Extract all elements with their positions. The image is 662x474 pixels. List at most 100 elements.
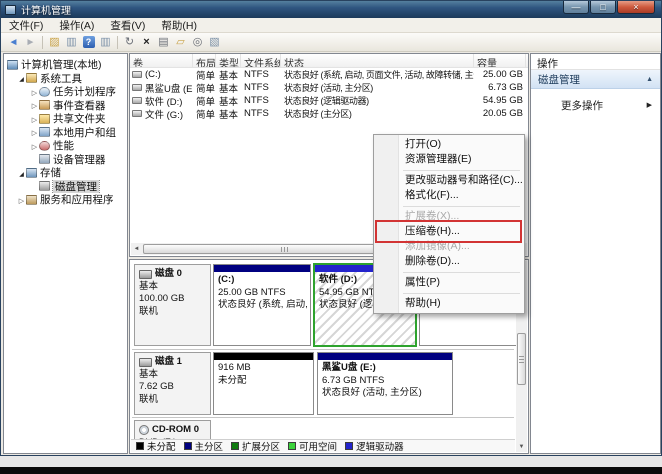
column-volume[interactable]: 卷 <box>130 54 193 67</box>
close-button[interactable]: × <box>617 1 655 14</box>
menu-bar: 文件(F) 操作(A) 查看(V) 帮助(H) <box>1 18 661 33</box>
drive-icon <box>132 71 142 78</box>
actions-title: 操作 <box>531 54 660 70</box>
menu-help[interactable]: 帮助(H) <box>153 18 205 33</box>
collapse-caret-icon[interactable]: ▲ <box>646 76 653 83</box>
tree-item-disk-management[interactable]: 磁盘管理 <box>4 180 127 194</box>
tree-item-computer-management[interactable]: 计算机管理(本地) <box>4 58 127 72</box>
properties-icon[interactable]: ▤ <box>155 34 172 50</box>
volume-row-g[interactable]: 文件 (G:) 简单 基本 NTFS 状态良好 (主分区) 20.05 GB <box>130 107 528 120</box>
help-icon[interactable]: ? <box>80 34 97 50</box>
shared-folders-icon <box>39 114 50 124</box>
collapse-arrow-icon[interactable] <box>17 194 26 206</box>
search-icon[interactable]: ◎ <box>189 34 206 50</box>
document-icon[interactable]: ▨ <box>46 34 63 50</box>
title-bar[interactable]: 计算机管理 — □ × <box>1 1 661 18</box>
toolbar-separator <box>117 36 118 49</box>
minimize-button[interactable]: — <box>563 1 589 14</box>
column-type[interactable]: 类型 <box>216 54 241 67</box>
drive-icon <box>132 84 142 91</box>
menu-view[interactable]: 查看(V) <box>102 18 153 33</box>
legend-unallocated: 未分配 <box>136 439 176 452</box>
open-folder-icon[interactable]: ▱ <box>172 34 189 50</box>
taskbar-strip <box>0 467 662 474</box>
column-filesystem[interactable]: 文件系统 <box>241 54 281 67</box>
collapse-arrow-icon[interactable] <box>30 126 39 138</box>
tree-item-storage[interactable]: 存储 <box>4 166 127 180</box>
menu-action[interactable]: 操作(A) <box>51 18 102 33</box>
tree-item-system-tools[interactable]: 系统工具 <box>4 72 127 86</box>
tree-item-task-scheduler[interactable]: 任务计划程序 <box>4 85 127 99</box>
scroll-down-icon[interactable]: ▼ <box>519 442 525 452</box>
collapse-arrow-icon[interactable] <box>30 86 39 98</box>
menu-file[interactable]: 文件(F) <box>1 18 51 33</box>
services-apps-icon <box>26 195 37 205</box>
script-icon[interactable]: ▧ <box>206 34 223 50</box>
disk1-header[interactable]: 磁盘 1 基本 7.62 GB 联机 <box>134 352 211 415</box>
volume-row-c[interactable]: (C:) 简单 基本 NTFS 状态良好 (系统, 启动, 页面文件, 活动, … <box>130 68 528 81</box>
drive-icon <box>132 97 142 104</box>
cd-icon <box>139 425 149 435</box>
menu-item-explorer[interactable]: 资源管理器(E) <box>375 152 523 167</box>
actions-pane-icon[interactable]: ▥ <box>97 34 114 50</box>
menu-item-delete-volume[interactable]: 删除卷(D)... <box>375 254 523 269</box>
more-actions-item[interactable]: 更多操作 ▶ <box>531 97 660 113</box>
event-viewer-icon <box>39 100 50 110</box>
menu-item-open[interactable]: 打开(O) <box>375 137 523 152</box>
task-scheduler-icon <box>39 87 50 97</box>
collapse-arrow-icon[interactable] <box>30 99 39 111</box>
toolbar-separator <box>42 36 43 49</box>
menu-item-properties[interactable]: 属性(P) <box>375 275 523 290</box>
legend-swatch <box>184 442 192 450</box>
column-layout[interactable]: 布局 <box>193 54 216 67</box>
refresh-icon[interactable]: ↻ <box>121 34 138 50</box>
delete-icon[interactable]: × <box>138 34 155 50</box>
expand-arrow-icon[interactable] <box>17 167 26 179</box>
tree-item-event-viewer[interactable]: 事件查看器 <box>4 99 127 113</box>
desktop-strip <box>0 456 662 467</box>
computer-icon <box>7 60 18 70</box>
menu-item-change-drive-letter[interactable]: 更改驱动器号和路径(C)... <box>375 173 523 188</box>
collapse-arrow-icon[interactable] <box>30 113 39 125</box>
maximize-button[interactable]: □ <box>590 1 616 14</box>
tree-item-services-applications[interactable]: 服务和应用程序 <box>4 193 127 207</box>
users-groups-icon <box>39 127 50 137</box>
tree-item-device-manager[interactable]: 设备管理器 <box>4 153 127 167</box>
legend-extended: 扩展分区 <box>231 439 280 452</box>
column-capacity[interactable]: 容量 <box>474 54 526 67</box>
partition-e[interactable]: 黑鲨U盘 (E:) 6.73 GB NTFS 状态良好 (活动, 主分区) <box>317 352 453 415</box>
partition-unallocated[interactable]: 916 MB 未分配 <box>213 352 314 415</box>
partition-c[interactable]: (C:) 25.00 GB NTFS 状态良好 (系统, 启动, 页 <box>213 264 311 346</box>
collapse-arrow-icon[interactable] <box>30 140 39 152</box>
actions-group-disk-management[interactable]: 磁盘管理 ▲ <box>531 70 660 89</box>
menu-item-format[interactable]: 格式化(F)... <box>375 188 523 203</box>
scrollbar-thumb[interactable] <box>517 333 526 385</box>
menu-separator <box>403 170 520 171</box>
partition-color-bar <box>318 353 452 360</box>
forward-icon[interactable]: ► <box>22 34 39 50</box>
expand-arrow-icon[interactable] <box>17 72 26 84</box>
legend-swatch <box>345 442 353 450</box>
column-status[interactable]: 状态 <box>281 54 474 67</box>
volume-row-d[interactable]: 软件 (D:) 简单 基本 NTFS 状态良好 (逻辑驱动器) 54.95 GB <box>130 94 528 107</box>
legend-primary: 主分区 <box>184 439 224 452</box>
disk-icon <box>139 270 152 279</box>
disk-icon <box>139 358 152 367</box>
back-icon[interactable]: ◄ <box>5 34 22 50</box>
tree-item-local-users-groups[interactable]: 本地用户和组 <box>4 126 127 140</box>
tree-item-performance[interactable]: 性能 <box>4 139 127 153</box>
console-tree: 计算机管理(本地) 系统工具 任务计划程序 事件查看器 共享文件夹 <box>3 53 128 454</box>
disk0-header[interactable]: 磁盘 0 基本 100.00 GB 联机 <box>134 264 211 346</box>
scroll-left-icon[interactable]: ◄ <box>131 246 142 252</box>
shrink-volume-highlight-box <box>375 220 522 243</box>
disk-management-icon <box>39 181 50 191</box>
window-controls: — □ × <box>563 1 655 14</box>
console-tree-icon[interactable]: ▥ <box>63 34 80 50</box>
window-icon <box>5 5 16 15</box>
system-tools-icon <box>26 73 37 83</box>
tree-item-shared-folders[interactable]: 共享文件夹 <box>4 112 127 126</box>
menu-item-help[interactable]: 帮助(H) <box>375 296 523 311</box>
volume-row-e[interactable]: 黑鲨U盘 (E:) 简单 基本 NTFS 状态良好 (活动, 主分区) 6.73… <box>130 81 528 94</box>
storage-icon <box>26 168 37 178</box>
submenu-arrow-icon: ▶ <box>647 101 652 109</box>
